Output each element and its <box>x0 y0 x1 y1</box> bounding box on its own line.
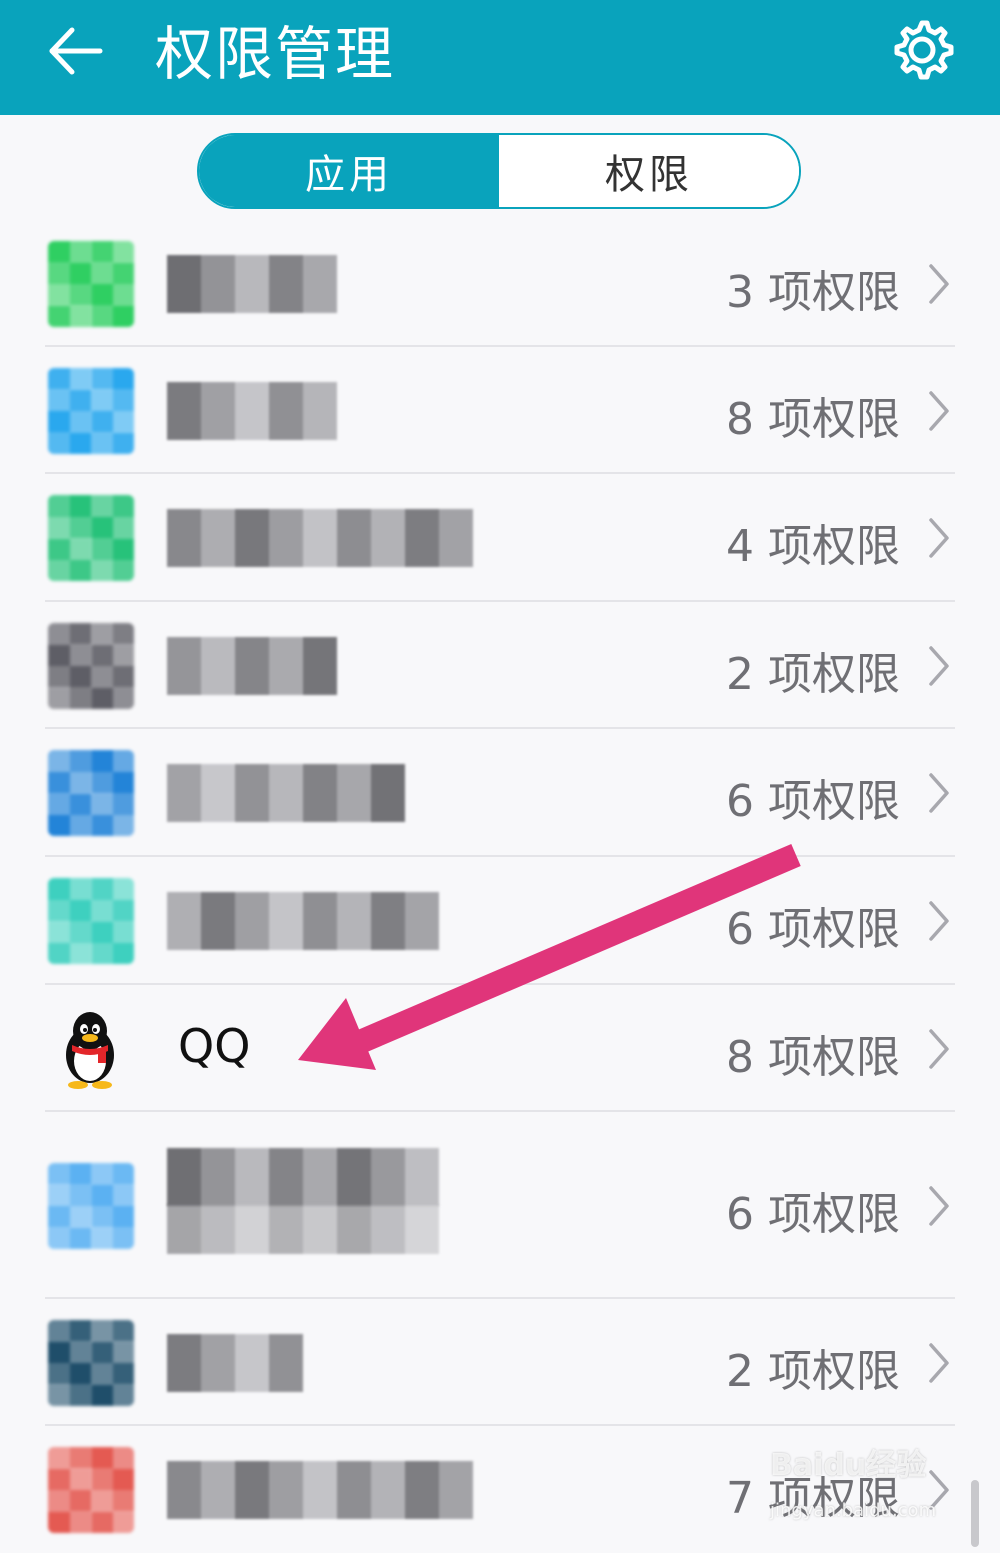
permission-count: 4 项权限 <box>726 521 900 572</box>
permission-count: 8 项权限 <box>726 1031 900 1083</box>
blurred-app-name <box>167 509 473 567</box>
chevron-right-icon <box>929 518 949 558</box>
top-app-bar: 权限管理 <box>0 0 1000 115</box>
chevron-right-icon <box>929 1342 949 1383</box>
list-item[interactable]: 6 项权限 <box>0 857 1000 985</box>
chevron-right-icon <box>929 773 949 813</box>
chevron-right-icon <box>929 1185 949 1226</box>
blurred-app-icon <box>48 495 134 581</box>
list-item[interactable]: 4 项权限 <box>0 474 1000 602</box>
tab-apps[interactable]: 应用 <box>199 135 499 207</box>
permission-count: 2 项权限 <box>726 648 900 700</box>
chevron-right-icon <box>929 390 949 431</box>
watermark-url: jingyan.baidu.com <box>770 1500 937 1521</box>
permission-count: 3 项权限 <box>726 266 900 318</box>
blurred-app-name <box>167 381 337 440</box>
blurred-app-name <box>167 764 405 822</box>
blurred-app-icon <box>48 750 134 836</box>
tab-permissions[interactable]: 权限 <box>499 135 799 207</box>
list-item[interactable]: 8 项权限 <box>0 347 1000 474</box>
blurred-app-icon <box>48 1446 134 1533</box>
list-item[interactable]: 2 项权限 <box>0 1299 1000 1426</box>
blurred-app-icon <box>48 878 134 964</box>
settings-button[interactable] <box>886 14 958 86</box>
watermark-logo: Baidu经验 <box>770 1448 927 1483</box>
gear-icon <box>894 20 954 80</box>
permission-count: 2 项权限 <box>726 1345 900 1397</box>
permission-count: 6 项权限 <box>726 904 900 955</box>
blurred-app-icon <box>48 240 134 327</box>
app-name: QQ <box>178 1018 251 1073</box>
list-item[interactable]: 6 项权限 <box>0 729 1000 857</box>
arrow-left-icon <box>49 27 103 75</box>
chevron-right-icon <box>929 645 949 686</box>
blurred-app-icon <box>48 1162 134 1249</box>
list-item[interactable]: 3 项权限 <box>0 220 1000 347</box>
blurred-app-name <box>167 254 337 313</box>
list-item[interactable]: QQ 8 项权限 <box>0 985 1000 1112</box>
chevron-right-icon <box>929 1028 949 1069</box>
blurred-app-icon <box>48 1319 134 1406</box>
blurred-app-name <box>167 1148 439 1206</box>
blurred-app-subtitle <box>167 1204 497 1254</box>
blurred-app-name <box>167 892 439 950</box>
chevron-right-icon <box>929 901 949 941</box>
segmented-control: 应用 权限 <box>197 133 801 209</box>
list-item[interactable]: 6 项权限 <box>0 1112 1000 1299</box>
blurred-app-icon <box>48 367 134 454</box>
list-item[interactable]: 2 项权限 <box>0 602 1000 729</box>
blurred-app-name <box>167 1333 303 1392</box>
chevron-right-icon <box>929 263 949 304</box>
blurred-app-name <box>167 1460 473 1519</box>
permission-count: 6 项权限 <box>726 1188 900 1240</box>
qq-penguin-icon <box>66 1011 114 1089</box>
back-button[interactable] <box>40 18 116 94</box>
permission-count: 8 项权限 <box>726 393 900 445</box>
scrollbar[interactable] <box>971 1480 979 1547</box>
blurred-app-name <box>167 636 337 695</box>
permission-count: 6 项权限 <box>726 776 900 827</box>
blurred-app-icon <box>48 622 134 709</box>
page-title: 权限管理 <box>155 20 396 88</box>
